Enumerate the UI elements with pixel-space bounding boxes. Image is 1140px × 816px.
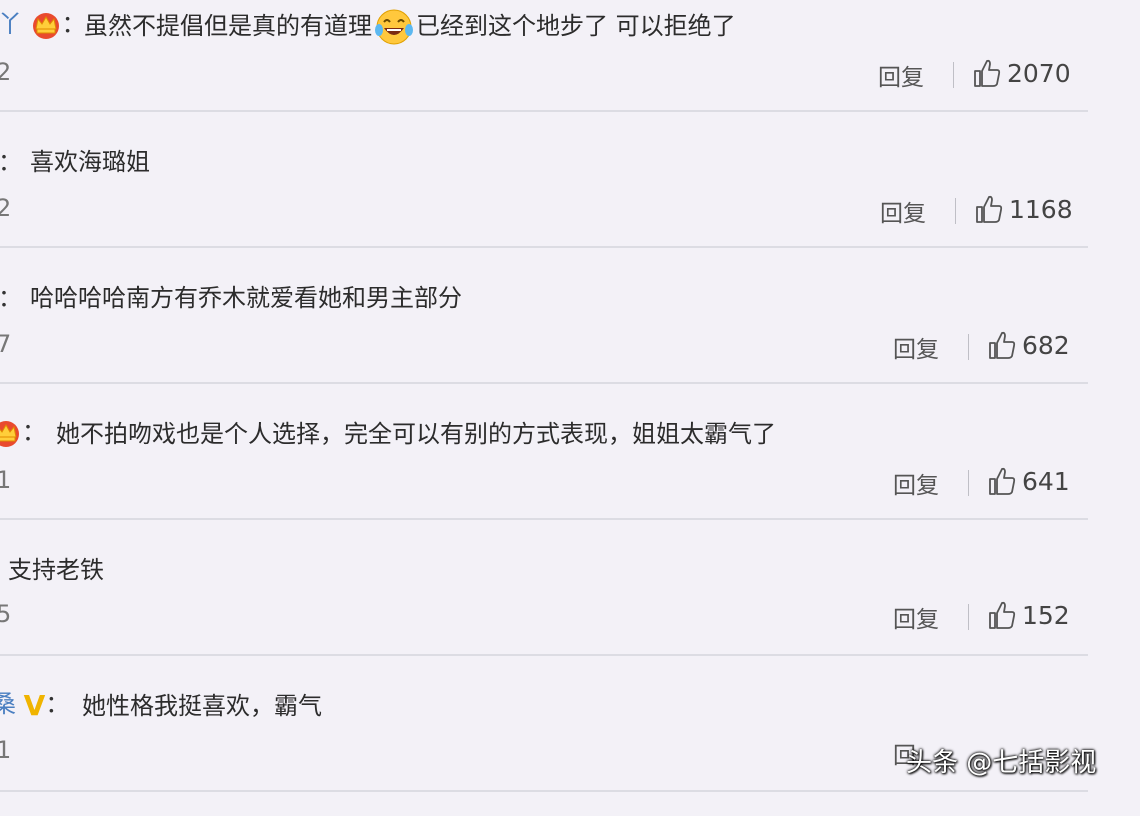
divider: [968, 334, 969, 360]
comment-date: 2: [0, 58, 12, 86]
like-button[interactable]: 152: [988, 600, 1070, 630]
laughing-tears-icon: [375, 9, 413, 45]
like-count: 2070: [1007, 58, 1071, 88]
thumbs-up-icon: [976, 195, 1003, 223]
comment-username[interactable]: 丫 ：: [0, 4, 86, 40]
separator: [0, 518, 1088, 520]
like-count: 641: [1022, 466, 1070, 496]
comment-username[interactable]: 桑 V：: [0, 684, 69, 722]
like-button[interactable]: 641: [988, 466, 1070, 496]
comment-text: 虽然不提倡但是真的有道理 已经到这个地步了 可以拒绝了: [84, 6, 736, 46]
separator: [0, 654, 1088, 656]
vip-badge-icon: V: [23, 688, 46, 722]
comment-item: ： 喜欢海璐姐 2 回复 1168: [0, 136, 1090, 272]
comment-list: 丫 ： 虽然不提倡但是真的有道理 已经到这个地步了 可以拒绝了 2 回复 207…: [0, 0, 1090, 796]
divider: [955, 198, 956, 224]
crown-icon: [32, 13, 59, 39]
thumbs-up-icon: [989, 331, 1016, 359]
divider: [968, 470, 969, 496]
reply-button[interactable]: 回复: [880, 194, 926, 228]
comment-text-part: 已经到这个地步了 可以拒绝了: [416, 12, 736, 40]
like-count: 682: [1022, 330, 1070, 360]
comment-date: 2: [0, 194, 12, 222]
comment-date: 7: [0, 330, 12, 358]
comment-username[interactable]: ：: [0, 412, 46, 448]
like-count: 152: [1022, 600, 1070, 630]
username-tail[interactable]: 丫: [0, 10, 22, 38]
thumbs-up-icon: [989, 467, 1016, 495]
separator: [0, 110, 1088, 112]
separator: [0, 246, 1088, 248]
comment-item: ： 她不拍吻戏也是个人选择，完全可以有别的方式表现，姐姐太霸气了 1 回复 64…: [0, 408, 1090, 544]
reply-button[interactable]: 回复: [893, 466, 939, 500]
comment-text: 喜欢海璐姐: [30, 148, 150, 176]
comment-date: 1: [0, 736, 12, 764]
divider: [968, 604, 969, 630]
watermark: 头条 @七括影视: [906, 748, 1097, 778]
like-button[interactable]: 682: [988, 330, 1070, 360]
username-tail[interactable]: 桑: [0, 690, 16, 718]
like-count: 1168: [1009, 194, 1073, 224]
crown-icon: [0, 421, 19, 447]
comment-text: 哈哈哈哈南方有乔木就爱看她和男主部分: [30, 284, 462, 312]
reply-button[interactable]: 回复: [893, 600, 939, 634]
comment-text-part: 虽然不提倡但是真的有道理: [84, 12, 372, 40]
comment-username[interactable]: ：: [0, 142, 22, 177]
comment-text: 支持老铁: [8, 556, 104, 584]
comment-date: 5: [0, 600, 12, 628]
reply-button[interactable]: 回复: [893, 330, 939, 364]
reply-button[interactable]: 回复: [878, 58, 924, 92]
comment-item: 丫 ： 虽然不提倡但是真的有道理 已经到这个地步了 可以拒绝了 2 回复 207…: [0, 0, 1090, 136]
divider: [953, 62, 954, 88]
comment-item: 支持老铁 5 回复 152: [0, 544, 1090, 680]
thumbs-up-icon: [974, 59, 1001, 87]
comment-date: 1: [0, 466, 12, 494]
separator: [0, 790, 1088, 792]
comment-text: 她性格我挺喜欢，霸气: [82, 692, 322, 720]
comment-text: 她不拍吻戏也是个人选择，完全可以有别的方式表现，姐姐太霸气了: [56, 420, 776, 448]
thumbs-up-icon: [989, 601, 1016, 629]
like-button[interactable]: 2070: [973, 58, 1071, 88]
like-button[interactable]: 1168: [975, 194, 1073, 224]
separator: [0, 382, 1088, 384]
comment-username[interactable]: ：: [0, 278, 22, 313]
comment-item: ： 哈哈哈哈南方有乔木就爱看她和男主部分 7 回复 682: [0, 272, 1090, 408]
